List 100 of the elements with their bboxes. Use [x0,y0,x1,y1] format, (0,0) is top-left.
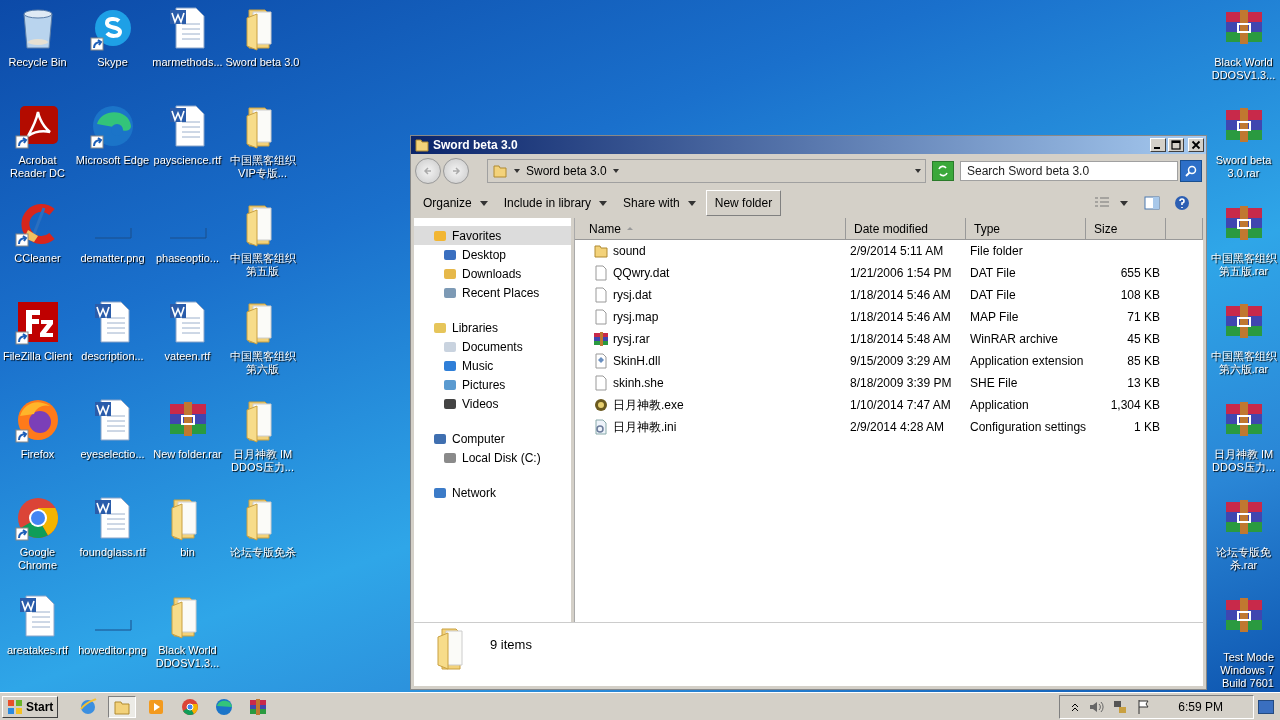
sidebar-item[interactable]: Pictures [414,375,571,394]
back-arrow-icon [422,165,434,177]
size-cell: 1 KB [1134,420,1160,434]
sidebar-item[interactable]: Videos [414,394,571,413]
file-icon [593,309,609,325]
toolbar-menu-button[interactable]: Organize [417,192,494,214]
type-cell: DAT File [970,266,1016,280]
settings-file-icon [593,419,609,435]
show-desktop-button[interactable] [1258,699,1274,714]
column-header[interactable]: Date modified [846,218,966,239]
date-cell: 9/15/2009 3:29 AM [850,354,951,368]
desktop-icon-label[interactable]: 中国黑客组织VIP专版... [225,154,300,180]
desktop-icon-label[interactable]: dematter.png [80,252,145,265]
desktop-icon-label[interactable]: 日月神教 IM DDOS压力... [1207,448,1280,474]
column-header[interactable]: Type [966,218,1086,239]
toolbar-menu-button[interactable]: Include in library [497,192,614,214]
refresh-button[interactable] [932,161,954,181]
folder-icon [492,163,508,179]
maximize-icon [1171,140,1181,150]
sidebar-item[interactable]: Music [414,356,571,375]
archive-icon [249,697,268,716]
file-name[interactable]: rysj.map [613,310,659,324]
maximize-button[interactable] [1168,138,1184,152]
item-count: 9 items [490,637,532,652]
desktop-icon-label[interactable]: eyeselectio... [80,448,145,461]
desktop-icon-label[interactable]: 论坛专版免杀.rar [1207,546,1280,572]
close-button[interactable] [1188,138,1204,152]
desktop-icon-label[interactable]: vateen.rtf [164,350,211,363]
desktop-icon-label[interactable]: marmethods... [152,56,223,69]
refresh-icon [936,164,950,178]
edge-icon [215,697,234,716]
file-name[interactable]: 日月神教.ini [613,418,677,436]
desktop-icon-label[interactable]: Sword beta 3.0 [225,56,300,69]
sidebar-item[interactable]: Local Disk (C:) [414,448,571,467]
sidebar-item[interactable]: Computer [414,429,571,448]
test-mode-text: Test Mode [1223,651,1274,664]
help-icon[interactable] [1174,195,1190,211]
sidebar-item[interactable]: Favorites [414,226,571,245]
sidebar-item[interactable]: Documents [414,337,571,356]
desktop-icon-label[interactable]: payscience.rtf [153,154,222,167]
size-cell: 1,304 KB [1110,398,1160,412]
dll-file-icon [593,353,609,369]
archive-icon [593,331,609,347]
forward-arrow-icon [450,165,462,177]
clock[interactable]: 6:59 PM [1178,699,1223,714]
sidebar-item[interactable]: Downloads [414,264,571,283]
type-cell: Application extension [970,354,1084,368]
file-name[interactable]: skinh.she [613,376,664,390]
sidebar-item[interactable]: Libraries [414,318,571,337]
file-name[interactable]: sound [613,244,646,258]
desktop-icon-label[interactable]: Acrobat Reader DC [0,154,75,180]
application-icon [593,397,609,413]
date-cell: 8/18/2009 3:39 PM [850,376,952,390]
close-icon [1191,140,1201,150]
date-cell: 1/18/2014 5:46 AM [850,310,951,324]
file-name[interactable]: SkinH.dll [613,354,661,368]
search-button[interactable] [1180,160,1202,182]
desktop-icon-label[interactable]: description... [81,350,144,363]
date-cell: 1/21/2006 1:54 PM [850,266,952,280]
desktop-icon-label[interactable]: Recycle Bin [8,56,67,69]
desktop-icon-label[interactable]: phaseoptio... [156,252,219,265]
column-header[interactable]: Size [1086,218,1166,239]
internet-explorer-icon [79,697,98,716]
sidebar-item[interactable]: Network [414,483,571,502]
desktop-icon-label[interactable]: CCleaner [14,252,61,265]
preview-pane-icon[interactable] [1144,195,1160,211]
desktop-icon-label[interactable]: Microsoft Edge [75,154,150,167]
file-name[interactable]: rysj.dat [613,288,652,302]
desktop-icon-label[interactable]: Firefox [20,448,55,461]
type-cell: MAP File [970,310,1019,324]
media-player-icon [147,697,166,716]
file-icon [593,265,609,281]
sidebar-item[interactable]: Desktop [414,245,571,264]
chrome-icon [181,697,200,716]
test-mode-text: Build 7601 [1222,677,1274,690]
date-cell: 1/10/2014 7:47 AM [850,398,951,412]
desktop-icon-label[interactable]: New folder.rar [153,448,222,461]
new-folder-button[interactable]: New folder [705,190,782,216]
minimize-button[interactable] [1150,138,1166,152]
file-name[interactable]: 日月神教.exe [613,396,684,414]
column-header[interactable]: Name [575,218,846,239]
windows-logo-icon [7,698,23,715]
toolbar-menu-button[interactable]: Share with [617,192,702,214]
desktop-icon-label[interactable]: Black World DDOSV1.3... [1207,56,1280,82]
taskbar-app-button[interactable] [108,695,137,718]
size-cell: 71 KB [1127,310,1160,324]
desktop-icon-label[interactable]: Skype [97,56,128,69]
size-cell: 45 KB [1127,332,1160,346]
address-bar[interactable]: Sword beta 3.0 [487,159,926,183]
date-cell: 1/18/2014 5:46 AM [850,288,951,302]
desktop-icon-label[interactable]: 中国黑客组织第六版 [225,350,300,376]
search-field[interactable]: Search Sword beta 3.0 [960,161,1178,181]
folder-icon [593,243,609,259]
file-name[interactable]: QQwry.dat [613,266,670,280]
sidebar-item[interactable]: Recent Places [414,283,571,302]
start-button[interactable]: Start [2,695,59,718]
file-name[interactable]: rysj.rar [613,332,650,346]
desktop-icon-label[interactable]: FileZilla Client [2,350,73,363]
desktop-icon-label[interactable]: 中国黑客组织第五版 [225,252,300,278]
date-cell: 2/9/2014 5:11 AM [850,244,944,258]
